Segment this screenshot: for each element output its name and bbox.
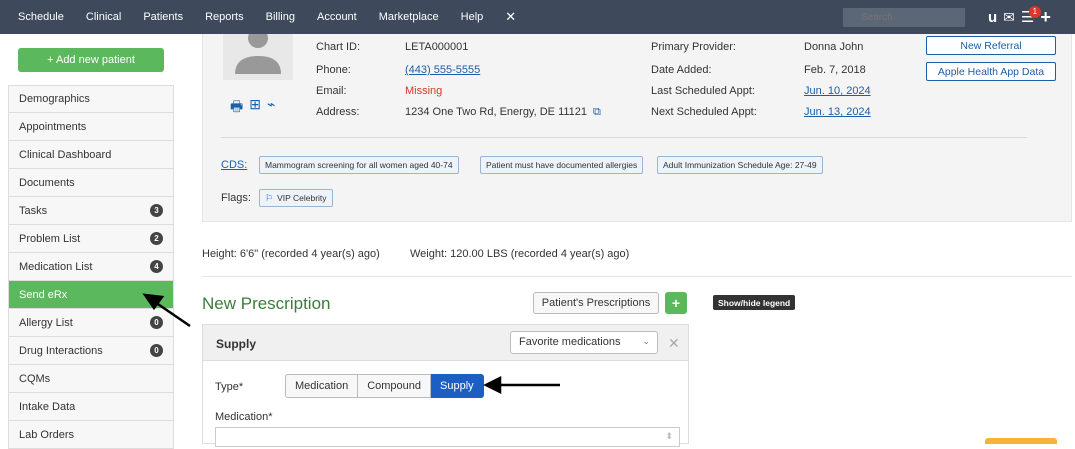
arrow-to-supply-option bbox=[483, 375, 560, 395]
annotation-arrows bbox=[142, 293, 560, 395]
arrow-to-send-erx bbox=[142, 293, 191, 328]
